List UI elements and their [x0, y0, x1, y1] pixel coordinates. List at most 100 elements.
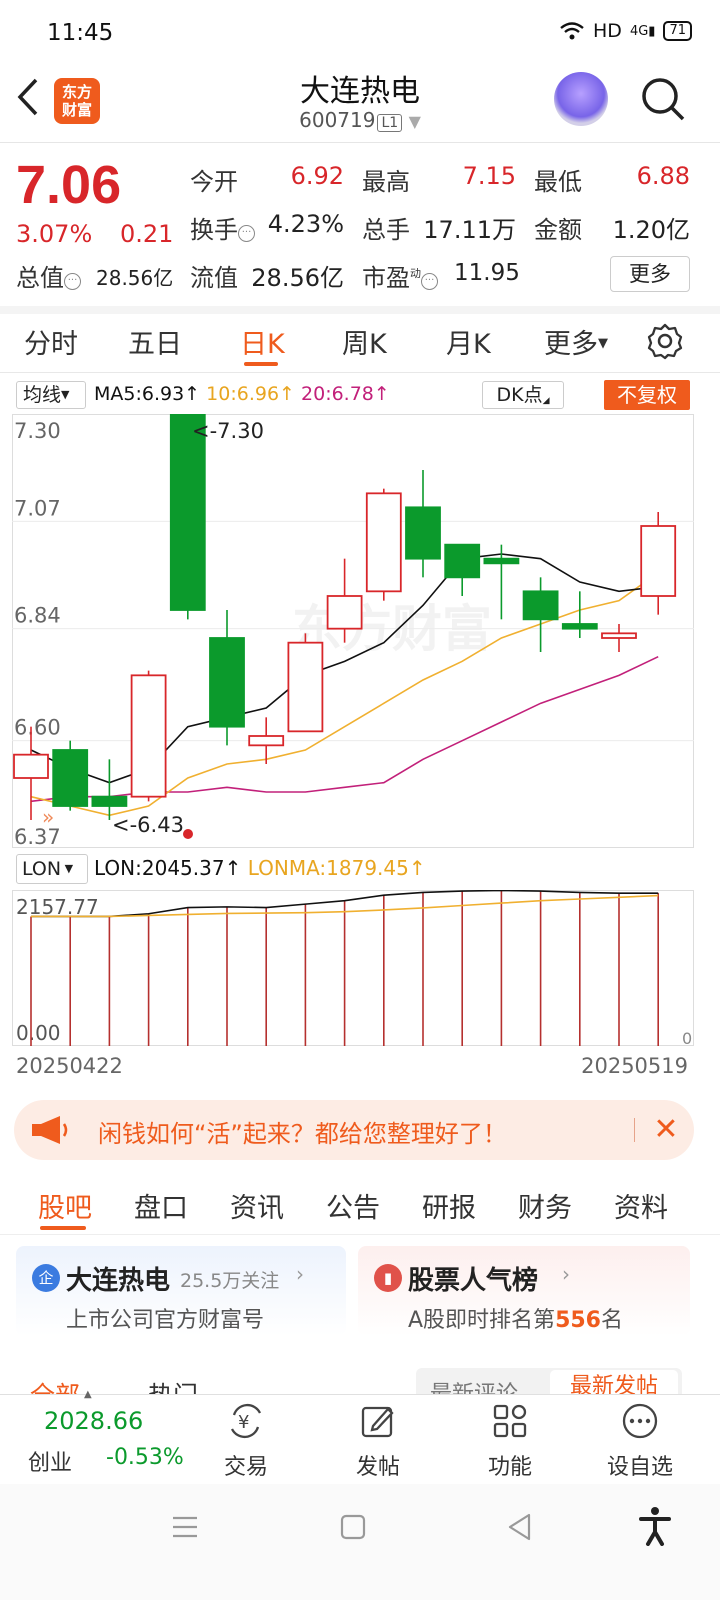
rank-title: 股票人气榜 — [408, 1266, 539, 1296]
svg-text:¥: ¥ — [238, 1412, 249, 1433]
float-label: 流值 — [190, 264, 238, 292]
index-name: 创业 — [28, 1451, 73, 1476]
nav-post[interactable]: 发帖 — [328, 1401, 428, 1481]
candle-body — [522, 590, 559, 621]
lon-label: LON:2045.37↑ — [94, 856, 242, 880]
battery-icon: 71 — [663, 21, 692, 41]
corner-icon: ◢ — [542, 396, 550, 406]
high-label: 最高 — [362, 168, 410, 196]
tab-research[interactable]: 研报 — [422, 1186, 476, 1225]
amount-value: 1.20亿 — [612, 216, 690, 244]
promo-banner[interactable]: 闲钱如何“活”起来？都给您整理好了！ ✕ — [14, 1100, 694, 1160]
candle-body — [640, 525, 677, 597]
lon-legend: LON:2045.37↑ LONMA:1879.45↑ — [94, 856, 426, 880]
tab-news[interactable]: 资讯 — [230, 1186, 284, 1225]
candle-body — [287, 641, 324, 733]
enterprise-icon: 企 — [32, 1264, 60, 1292]
promo-text: 闲钱如何“活”起来？都给您整理好了！ — [98, 1120, 507, 1148]
tab-daily-k[interactable]: 日K — [240, 322, 285, 361]
popularity-rank-card[interactable]: ▮ 股票人气榜 › A股即时排名第556名 — [358, 1246, 690, 1336]
y-tick-label: 7.07 — [14, 496, 61, 520]
nav-add-watchlist[interactable]: 设自选 — [590, 1401, 690, 1481]
candle-body — [169, 414, 206, 611]
candle-body — [405, 506, 441, 560]
candle-body — [209, 637, 245, 728]
candle-body — [365, 492, 402, 593]
tab-more[interactable]: 更多▼ — [544, 322, 608, 361]
dk-points-button[interactable]: DK点◢ — [482, 381, 564, 409]
mktcap-label: 总值 ··· — [16, 258, 81, 293]
nav-trade[interactable]: ¥ 交易 — [196, 1401, 296, 1481]
close-icon[interactable]: ✕ — [648, 1110, 684, 1150]
low-value: 6.88 — [636, 162, 690, 190]
followers-count: 25.5万关注 — [180, 1270, 280, 1292]
active-tab-indicator — [244, 362, 278, 366]
status-icons: HD 4G▮ 71 — [559, 20, 692, 42]
page-title: 大连热电 — [300, 74, 420, 109]
yuan-exchange-icon: ¥ — [230, 1403, 262, 1439]
assistant-robot-icon[interactable] — [554, 72, 608, 126]
float-value: 28.56亿 — [251, 264, 344, 292]
tab-intraday[interactable]: 分时 — [24, 322, 78, 361]
change-amount: 0.21 — [120, 220, 174, 248]
index-change: -0.53% — [106, 1445, 184, 1470]
bar-chart-icon: ▮ — [374, 1264, 402, 1292]
tab-pankou[interactable]: 盘口 — [134, 1186, 188, 1225]
chart-settings-button[interactable] — [646, 322, 684, 360]
system-nav-bar — [0, 1484, 720, 1600]
lonma-label: LONMA:1879.45↑ — [247, 856, 426, 880]
candle-body — [130, 674, 167, 798]
search-button[interactable] — [640, 76, 686, 122]
caret-up-icon[interactable]: ▲ — [84, 1389, 92, 1400]
back-button[interactable] — [12, 72, 52, 122]
high-value: 7.15 — [462, 162, 516, 190]
info-icon[interactable]: ··· — [238, 225, 255, 242]
tab-profile[interactable]: 资料 — [614, 1186, 668, 1225]
back-nav-icon[interactable] — [506, 1512, 532, 1542]
index-value[interactable]: 2028.66 — [44, 1407, 143, 1435]
divider — [0, 372, 720, 373]
grid-icon — [493, 1404, 527, 1438]
tab-weekly-k[interactable]: 周K — [342, 322, 387, 361]
date-start: 20250422 — [16, 1054, 123, 1078]
network-label: HD — [593, 20, 622, 42]
candle-body — [601, 632, 637, 639]
nav-functions[interactable]: 功能 — [460, 1401, 560, 1481]
stock-code: 600719 — [299, 108, 376, 132]
brand-logo[interactable]: 东方 财富 — [54, 78, 100, 124]
lon-right-label: 0 — [682, 1029, 692, 1046]
more-quote-button[interactable]: 更多 — [610, 256, 690, 292]
no-adjust-button[interactable]: 不复权 — [604, 380, 690, 410]
edit-icon — [361, 1406, 394, 1438]
double-chevron-icon[interactable]: » — [42, 805, 54, 829]
stock-code-selector[interactable]: 600719 L1 ▼ — [0, 108, 720, 132]
divider — [0, 1234, 720, 1235]
ma20-line — [30, 655, 659, 803]
ma5-label: MA5:6.93↑ — [94, 383, 201, 405]
tab-finance[interactable]: 财务 — [518, 1186, 572, 1225]
chevron-right-icon: › — [562, 1262, 570, 1286]
home-icon[interactable] — [340, 1514, 366, 1540]
tab-five-day[interactable]: 五日 — [128, 322, 182, 361]
divider — [634, 1118, 635, 1142]
tab-guba[interactable]: 股吧 — [38, 1186, 92, 1225]
bottom-nav: ▲ 2028.66 创业 -0.53% ¥ 交易 发帖 功能 设自选 — [0, 1389, 720, 1484]
candlestick-chart[interactable]: 东方财富 7.307.076.846.606.37 <-7.30 <-6.43 … — [12, 414, 694, 848]
lon-chart[interactable]: 2157.77 0.00 0 — [12, 890, 694, 1046]
date-end: 20250519 — [581, 1054, 688, 1078]
candle-body — [248, 735, 285, 747]
indicator-select[interactable]: 均线▼ — [16, 381, 86, 409]
menu-icon[interactable] — [170, 1514, 200, 1540]
tab-announcements[interactable]: 公告 — [326, 1186, 380, 1225]
search-icon — [642, 78, 685, 121]
gear-icon — [647, 323, 683, 360]
company-account-card[interactable]: 企 大连热电 25.5万关注 › 上市公司官方财富号 — [16, 1246, 346, 1336]
accessibility-icon[interactable] — [638, 1506, 672, 1546]
tab-monthly-k[interactable]: 月K — [446, 322, 491, 361]
low-annotation: <-6.43 — [112, 813, 184, 837]
info-icon[interactable]: ··· — [421, 273, 438, 290]
sub-indicator-select[interactable]: LON ▼ — [16, 854, 88, 884]
info-icon[interactable]: ··· — [64, 273, 81, 290]
signal-dot — [183, 829, 193, 839]
pe-value: 11.95 — [454, 260, 520, 286]
